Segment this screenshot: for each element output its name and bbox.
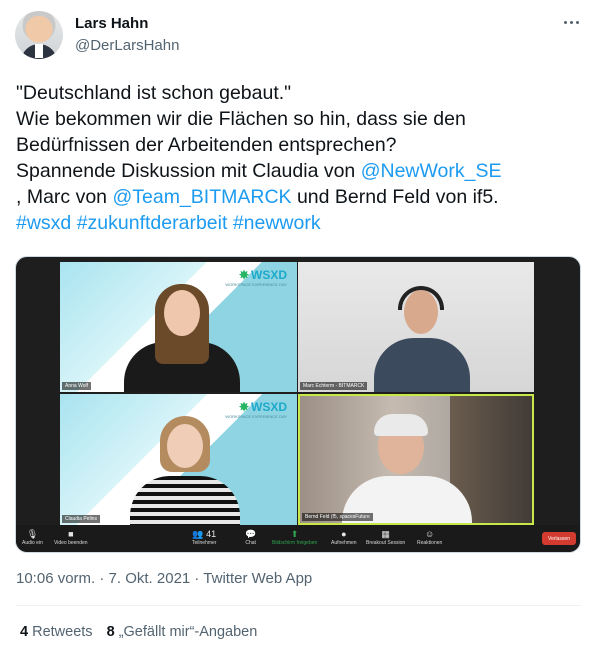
video-tile-active-speaker: Bernd Feld (f5, spacesFuture — [298, 394, 534, 525]
breakout-icon: ▦ — [381, 529, 390, 539]
participants-button: 👥 41 Teilnehmer — [192, 529, 217, 546]
more-options-icon[interactable] — [561, 12, 581, 32]
tweet-line: Wie bekommen wir die Flächen so hin, das… — [16, 108, 466, 130]
participant-figure — [167, 424, 203, 468]
likes-label: „Gefällt mir“-Angaben — [118, 624, 258, 640]
tweet-line: , Marc von @Team_BITMARCK und Bernd Feld… — [16, 184, 586, 210]
tweet-text: "Deutschland ist schon gebaut." Wie beko… — [16, 80, 586, 236]
video-tile: ✸ WSXD WORKSPACE EXPERIENCE DAY Anna Wolf — [60, 262, 297, 392]
wsxd-logo: ✸ WSXD — [238, 400, 287, 414]
tweet-text-segment: Spannende Diskussion mit Claudia von — [16, 160, 361, 182]
author-avatar[interactable] — [15, 11, 63, 59]
avatar-shirt — [35, 44, 43, 58]
retweets-count: 4 — [20, 624, 29, 640]
share-screen-icon: ⬆ — [290, 529, 299, 539]
hashtag-link[interactable]: #zukunftderarbeit — [77, 212, 228, 234]
tweet-media-image[interactable]: ✸ WSXD WORKSPACE EXPERIENCE DAY Anna Wolf… — [15, 256, 581, 553]
wsxd-logo: ✸ WSXD — [238, 268, 287, 282]
author-handle[interactable]: @DerLarsHahn — [75, 37, 179, 54]
tweet-stats: 4 Retweets 8 „Gefällt mir“-Angaben — [20, 624, 257, 640]
participant-figure — [164, 290, 200, 336]
participant-figure — [374, 414, 428, 436]
participant-figure — [374, 338, 470, 392]
chat-button: 💬 Chat — [245, 529, 257, 546]
video-tile: Marc Echterm - BITMARCK — [298, 262, 534, 392]
chat-icon: 💬 — [245, 529, 257, 539]
meeting-toolbar: 🎙 Audio ein ■ Video beenden 👥 41 Teilnehmer… — [16, 525, 580, 552]
divider — [16, 605, 581, 606]
hashtag-link[interactable]: #newwork — [233, 212, 321, 234]
participant-nameplate: Anna Wolf — [62, 382, 91, 390]
participant-nameplate: Marc Echterm - BITMARCK — [300, 382, 368, 390]
camera-icon: ■ — [68, 529, 74, 539]
participant-nameplate: Claudia Pelins — [62, 515, 100, 523]
video-tile: ✸ WSXD WORKSPACE EXPERIENCE DAY Claudia P… — [60, 394, 297, 525]
tweet-timestamp[interactable]: 10:06 vorm. · 7. Okt. 2021 · Twitter Web… — [16, 570, 312, 587]
author-name[interactable]: Lars Hahn — [75, 15, 148, 32]
record-icon: ● — [341, 529, 347, 539]
participants-icon: 👥 41 — [192, 529, 217, 539]
wsxd-subtitle: WORKSPACE EXPERIENCE DAY — [225, 282, 287, 287]
share-screen-button: ⬆ Bildschirm freigeben — [272, 529, 318, 546]
retweets-stat[interactable]: 4 Retweets — [20, 624, 93, 640]
tweet-line: "Deutschland ist schon gebaut." — [16, 82, 292, 104]
reactions-button: ☺ Reaktionen — [417, 529, 443, 546]
tweet-line: Bedürfnissen der Arbeitenden entsprechen… — [16, 134, 397, 156]
participant-figure — [130, 476, 240, 525]
tweet-text-segment: , Marc von — [16, 186, 113, 208]
tweet-line: #wsxd #zukunftderarbeit #newwork — [16, 210, 586, 236]
leave-button: Verlassen — [542, 532, 576, 545]
headphones-icon — [398, 286, 444, 310]
audio-button: 🎙 Audio ein — [22, 529, 43, 546]
breakout-button: ▦ Breakout Session — [366, 529, 406, 546]
retweets-label: Retweets — [32, 624, 93, 640]
tweet-card: Lars Hahn @DerLarsHahn "Deutschland ist … — [0, 0, 597, 652]
mention-link[interactable]: @Team_BITMARCK — [112, 186, 291, 208]
microphone-icon: 🎙 — [26, 529, 39, 539]
participant-nameplate: Bernd Feld (f5, spacesFuture — [302, 513, 373, 521]
likes-stat[interactable]: 8 „Gefällt mir“-Angaben — [107, 624, 258, 640]
likes-count: 8 — [106, 624, 115, 640]
wsxd-subtitle: WORKSPACE EXPERIENCE DAY — [225, 414, 287, 419]
tweet-text-segment: und Bernd Feld von if5. — [291, 186, 499, 208]
video-button: ■ Video beenden — [54, 529, 88, 546]
reactions-icon: ☺ — [425, 529, 435, 539]
record-button: ● Aufnehmen — [331, 529, 357, 546]
hashtag-link[interactable]: #wsxd — [16, 212, 71, 234]
mention-link[interactable]: @NewWork_SE — [361, 160, 502, 182]
tweet-line: Spannende Diskussion mit Claudia von @Ne… — [16, 158, 586, 184]
